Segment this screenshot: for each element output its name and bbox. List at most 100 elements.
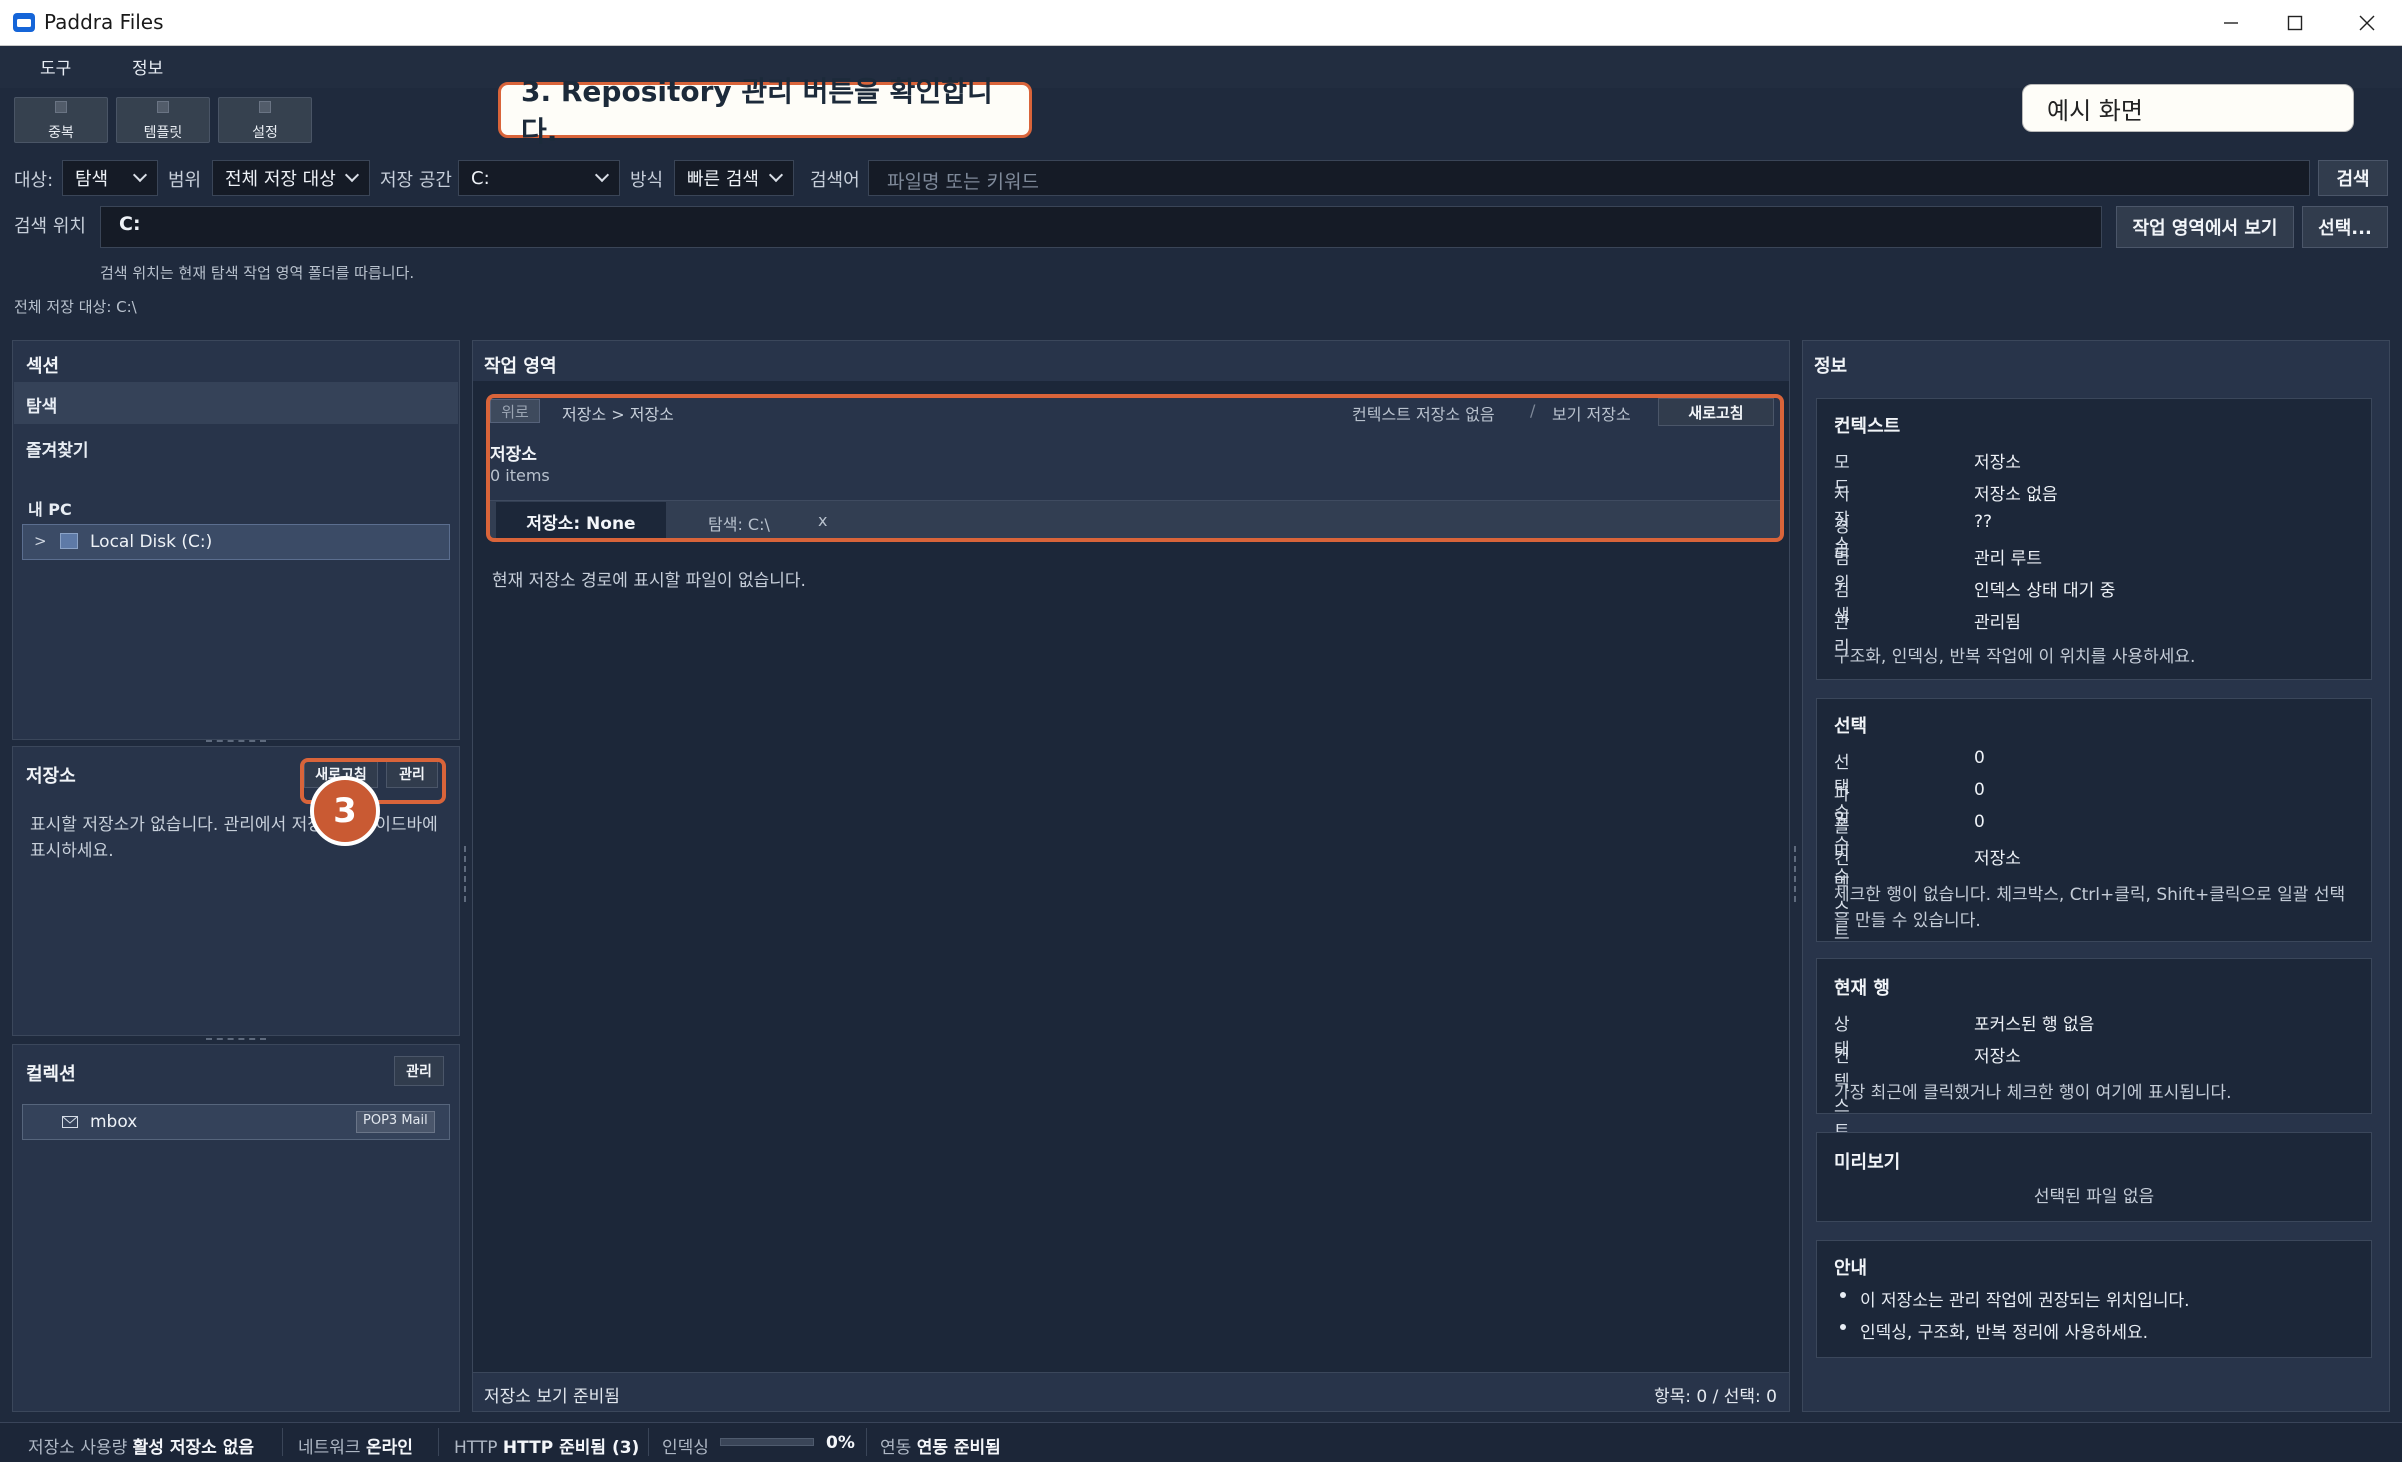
collections-panel (12, 1044, 460, 1412)
collections-manage-button[interactable]: 관리 (394, 1056, 444, 1086)
target-select[interactable]: 탐색 (62, 160, 158, 196)
nav-item-explore[interactable] (14, 382, 458, 424)
workspace-header (473, 341, 1789, 381)
search-button[interactable]: 검색 (2318, 160, 2388, 196)
scope-label: 범위 (168, 170, 202, 191)
template-button[interactable]: 템플릿 (116, 97, 210, 143)
target-label: 대상: (14, 170, 54, 191)
selection-note-line2: 을 만들 수 있습니다. (1834, 911, 1981, 931)
workspace-status: 저장소 보기 준비됨 (484, 1387, 620, 1407)
storage-usage-status: 저장소 사용량 활성 저장소 없음 (28, 1438, 254, 1458)
bullet (1840, 1324, 1846, 1330)
kv-value: 저장소 (1974, 1047, 2021, 1067)
storage-title: 저장소 (26, 766, 76, 787)
minimize-icon (2224, 22, 2238, 24)
drive-item-local-disk[interactable] (22, 524, 450, 560)
tree-expander[interactable]: > (34, 532, 47, 550)
all-targets-text: 전체 저장 대상: C:\ (14, 298, 137, 316)
settings-icon (259, 101, 271, 113)
vertical-splitter[interactable] (464, 846, 466, 902)
splitter-handle[interactable] (206, 1038, 266, 1040)
template-icon (157, 101, 169, 113)
item-count: 항목: 0 / 선택: 0 (1654, 1387, 1777, 1407)
preview-card (1816, 1132, 2372, 1222)
guide-item: 인덱싱, 구조화, 반복 정리에 사용하세요. (1860, 1323, 2149, 1343)
settings-button[interactable]: 설정 (218, 97, 312, 143)
minimize-button[interactable] (2196, 0, 2266, 46)
chevron-down-icon (594, 167, 610, 183)
method-label: 방식 (630, 170, 664, 191)
query-label: 검색어 (810, 170, 860, 191)
guide-title: 안내 (1834, 1258, 1868, 1279)
search-input[interactable]: 파일명 또는 키워드 (868, 160, 2310, 196)
sync-status: 연동 연동 준비됨 (880, 1438, 1001, 1458)
method-select[interactable]: 빠른 검색 (674, 160, 794, 196)
collection-label: mbox (90, 1112, 138, 1132)
selection-note-line1: 체크한 행이 없습니다. 체크박스, Ctrl+클릭, Shift+클릭으로 일… (1834, 885, 2346, 905)
network-status: 네트워크 온라인 (298, 1438, 413, 1458)
menu-tools[interactable]: 도구 (40, 54, 71, 79)
nav-item-favorites[interactable]: 즐겨찾기 (26, 436, 89, 461)
duplicate-icon (55, 101, 67, 113)
drive-icon (60, 533, 78, 549)
step-marker: 3 (310, 776, 380, 846)
duplicate-button[interactable]: 중복 (14, 97, 108, 143)
kv-value: 저장소 없음 (1974, 485, 2058, 505)
kv-value: ?? (1974, 512, 1993, 532)
storage-label: 저장 공간 (380, 170, 452, 191)
status-divider (438, 1428, 439, 1456)
chevron-down-icon (132, 167, 148, 183)
chevron-down-icon (768, 167, 784, 183)
selection-title: 선택 (1834, 716, 1868, 737)
example-screen-label: 예시 화면 (2022, 84, 2354, 132)
menu-info[interactable]: 정보 (132, 54, 163, 79)
mail-icon (62, 1116, 78, 1128)
kv-value: 0 (1974, 780, 1985, 800)
index-percent: 0% (826, 1433, 855, 1453)
current-row-title: 현재 행 (1834, 978, 1890, 999)
current-row-note: 가장 최근에 클릭했거나 체크한 행이 여기에 표시됩니다. (1834, 1083, 2232, 1103)
location-input[interactable]: C: (100, 206, 2102, 248)
maximize-icon (2287, 15, 2303, 31)
tutorial-callout: 3. Repository 관리 버튼을 확인합니다. (498, 75, 1032, 148)
drive-label: Local Disk (C:) (90, 532, 213, 552)
index-progress-bar (720, 1438, 814, 1446)
select-location-button[interactable]: 선택... (2302, 206, 2388, 248)
location-label: 검색 위치 (14, 216, 86, 237)
title-bar: Paddra Files (0, 0, 2402, 46)
maximize-button[interactable] (2260, 0, 2330, 46)
kv-value: 포커스된 행 없음 (1974, 1015, 2095, 1035)
vertical-splitter[interactable] (1794, 846, 1796, 902)
window-title: Paddra Files (44, 10, 164, 34)
context-card (1816, 398, 2372, 680)
info-title: 정보 (1814, 356, 1848, 377)
status-divider (282, 1428, 283, 1456)
preview-text: 선택된 파일 없음 (2033, 1187, 2155, 1207)
highlight-box (486, 394, 1784, 542)
location-hint: 검색 위치는 현재 탐색 작업 영역 폴더를 따릅니다. (100, 264, 415, 282)
kv-value: 0 (1974, 812, 1985, 832)
app-folder-icon (13, 13, 35, 32)
my-pc-label: 내 PC (28, 500, 72, 519)
status-divider (866, 1428, 867, 1456)
view-in-workspace-button[interactable]: 작업 영역에서 보기 (2116, 206, 2294, 248)
http-status: HTTP HTTP 준비됨 (3) (454, 1438, 640, 1458)
kv-value: 저장소 (1974, 849, 2021, 869)
collections-title: 컬렉션 (26, 1064, 76, 1085)
menu-bar (0, 46, 2402, 88)
kv-value: 인덱스 상태 대기 중 (1974, 581, 2116, 601)
kv-value: 관리 루트 (1974, 549, 2042, 569)
nav-explore-label: 탐색 (26, 397, 58, 417)
close-button[interactable] (2332, 0, 2402, 46)
index-status-label: 인덱싱 (662, 1438, 709, 1458)
workspace-empty-text: 현재 저장소 경로에 표시할 파일이 없습니다. (492, 571, 806, 591)
kv-value: 0 (1974, 748, 1985, 768)
close-icon (2359, 15, 2375, 31)
scope-select[interactable]: 전체 저장 대상 (212, 160, 370, 196)
bullet (1840, 1292, 1846, 1298)
status-divider (648, 1428, 649, 1456)
splitter-handle[interactable] (206, 740, 266, 742)
workspace-footer (473, 1372, 1789, 1411)
kv-value: 저장소 (1974, 453, 2021, 473)
storage-select[interactable]: C: (458, 160, 620, 196)
